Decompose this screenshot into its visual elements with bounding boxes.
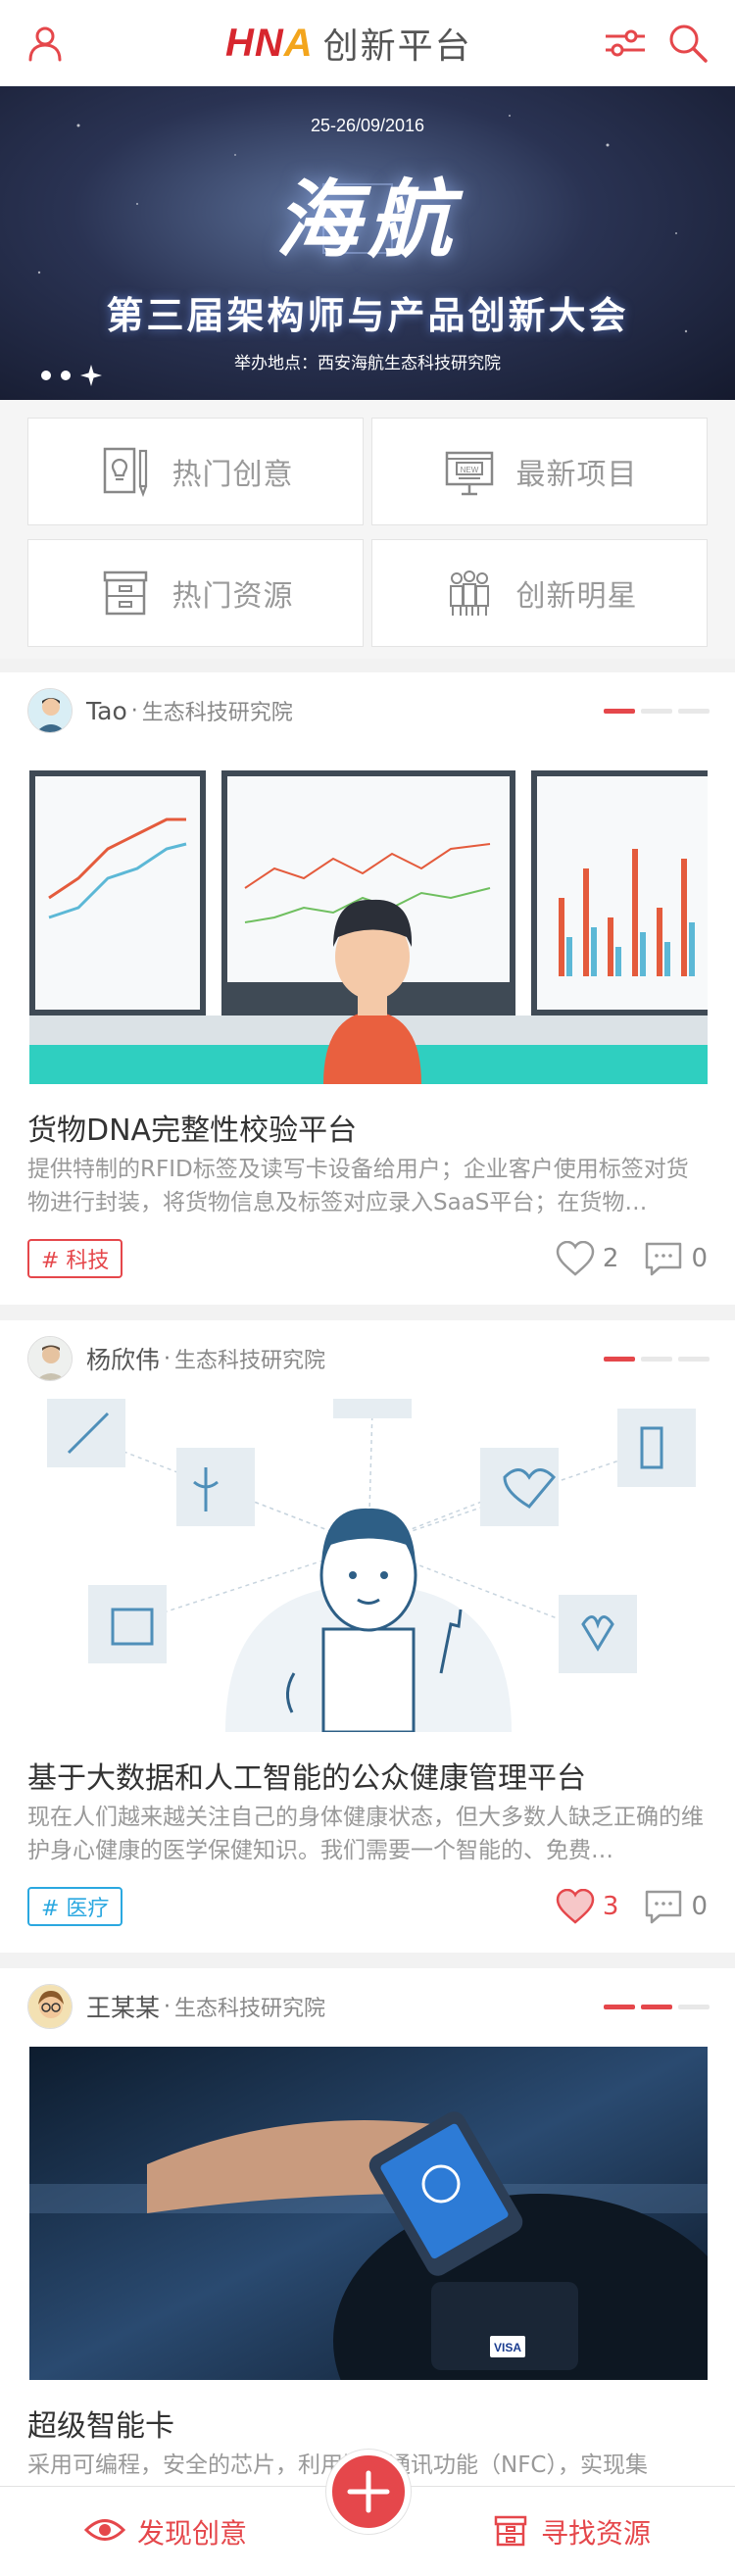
hna-logo: HNA (225, 21, 314, 65)
project-image[interactable] (29, 751, 708, 1084)
author-org: 生态科技研究院 (174, 1349, 326, 1373)
nav-latest-projects[interactable]: NEW 最新项目 (371, 418, 708, 525)
avatar[interactable] (27, 688, 73, 733)
comment-count: 0 (691, 1244, 708, 1273)
comment-icon[interactable] (644, 1887, 683, 1926)
tab-discover-ideas[interactable]: 发现创意 (83, 2487, 248, 2576)
nav-label: 热门资源 (172, 579, 294, 614)
card-author[interactable]: Tao · 生态科技研究院 (27, 688, 293, 733)
card-stats: 3 0 (556, 1887, 708, 1926)
comment-count: 0 (691, 1892, 708, 1921)
image-pager (604, 2005, 710, 2009)
new-board-icon: NEW (442, 444, 497, 499)
create-button[interactable] (326, 2450, 411, 2534)
card-title[interactable]: 货物DNA完整性校验平台 (27, 1106, 357, 1149)
avatar[interactable] (27, 1336, 73, 1381)
app-page: HNA 创新平台 25-26/09/2016 海航 第三届架构师与产品创新大会 … (0, 0, 735, 2576)
nav-innovation-stars[interactable]: 创新明星 (371, 539, 708, 647)
user-icon[interactable] (20, 18, 71, 69)
sparkle-icon[interactable] (80, 365, 102, 386)
svg-text:NEW: NEW (460, 466, 478, 474)
card-description: 现在人们越来越关注自己的身体健康状态，但大多数人缺乏正确的维护身心健康的医学保健… (27, 1805, 704, 1863)
image-pager (604, 709, 710, 714)
feed-card[interactable]: 王某某 · 生态科技研究院 VISA 超级智能卡 (0, 1968, 735, 2486)
separator-dot: · (164, 1346, 172, 1371)
like-count: 2 (602, 1244, 619, 1273)
feed-card[interactable]: 杨欣伟 · 生态科技研究院 基于大数据和人工智能的公众健康管理平台 现在人们越来… (0, 1320, 735, 1953)
feed-card[interactable]: Tao · 生态科技研究院 货物DNA完整性校验平台 提供特制的RFID标签及读… (0, 672, 735, 1305)
hero-banner[interactable]: 25-26/09/2016 海航 第三届架构师与产品创新大会 举办地点：西安海航… (0, 86, 735, 400)
project-image[interactable]: VISA (29, 2047, 708, 2380)
avatar[interactable] (27, 1984, 73, 2029)
comment-icon[interactable] (644, 1239, 683, 1278)
category-tag[interactable]: # 医疗 (27, 1887, 123, 1926)
event-subtitle: 第三届架构师与产品创新大会 (106, 293, 629, 337)
carousel-indicator[interactable] (41, 365, 102, 386)
event-date: 25-26/09/2016 (310, 116, 425, 135)
author-name[interactable]: 王某某 (86, 1989, 160, 2024)
plus-icon (347, 2470, 390, 2513)
brand-name: 创新平台 (322, 26, 472, 67)
tab-label: 发现创意 (137, 2517, 248, 2550)
brand-logo: HNA 创新平台 (225, 20, 472, 68)
tab-label: 寻找资源 (541, 2517, 652, 2550)
quick-nav-grid: 热门创意 NEW 最新项目 热门资源 创新明星 (0, 400, 735, 659)
author-org: 生态科技研究院 (174, 1997, 326, 2021)
eye-icon (83, 2515, 126, 2549)
author-name[interactable]: Tao (86, 697, 127, 725)
event-venue: 举办地点：西安海航生态科技研究院 (234, 354, 501, 373)
filter-sliders-icon[interactable] (600, 18, 651, 69)
nav-hot-resources[interactable]: 热门资源 (27, 539, 364, 647)
idea-bulb-icon (98, 444, 153, 499)
nav-label: 创新明星 (515, 579, 638, 614)
card-title[interactable]: 基于大数据和人工智能的公众健康管理平台 (27, 1754, 586, 1797)
author-org: 生态科技研究院 (141, 701, 293, 725)
event-headline: 海航 (275, 171, 460, 270)
author-name[interactable]: 杨欣伟 (86, 1341, 160, 1376)
category-tag[interactable]: # 科技 (27, 1239, 123, 1278)
nav-label: 最新项目 (515, 458, 638, 492)
heart-filled-icon[interactable] (556, 1887, 595, 1926)
nav-label: 热门创意 (172, 458, 294, 492)
top-header: HNA 创新平台 (0, 0, 735, 86)
search-icon[interactable] (662, 18, 713, 69)
card-title[interactable]: 超级智能卡 (27, 2402, 174, 2445)
tab-find-resources[interactable]: 寻找资源 (492, 2487, 651, 2576)
separator-dot: · (130, 698, 138, 723)
carousel-dot[interactable] (61, 371, 71, 380)
image-pager (604, 1357, 710, 1362)
resource-box-icon (492, 2511, 529, 2552)
bottom-tab-bar: 发现创意 寻找资源 (0, 2450, 735, 2576)
card-author[interactable]: 王某某 · 生态科技研究院 (27, 1984, 325, 2029)
archive-box-icon (98, 566, 153, 620)
separator-dot: · (164, 1994, 172, 2019)
card-stats: 2 0 (556, 1239, 708, 1278)
like-count: 3 (602, 1892, 619, 1921)
carousel-dot[interactable] (41, 371, 51, 380)
heart-icon[interactable] (556, 1239, 595, 1278)
card-author[interactable]: 杨欣伟 · 生态科技研究院 (27, 1336, 325, 1381)
svg-text:VISA: VISA (494, 2341, 521, 2354)
project-image[interactable] (29, 1399, 708, 1732)
nav-hot-ideas[interactable]: 热门创意 (27, 418, 364, 525)
card-description: 提供特制的RFID标签及读写卡设备给用户；企业客户使用标签对货物进行封装，将货物… (27, 1157, 689, 1215)
team-people-icon (442, 566, 497, 620)
